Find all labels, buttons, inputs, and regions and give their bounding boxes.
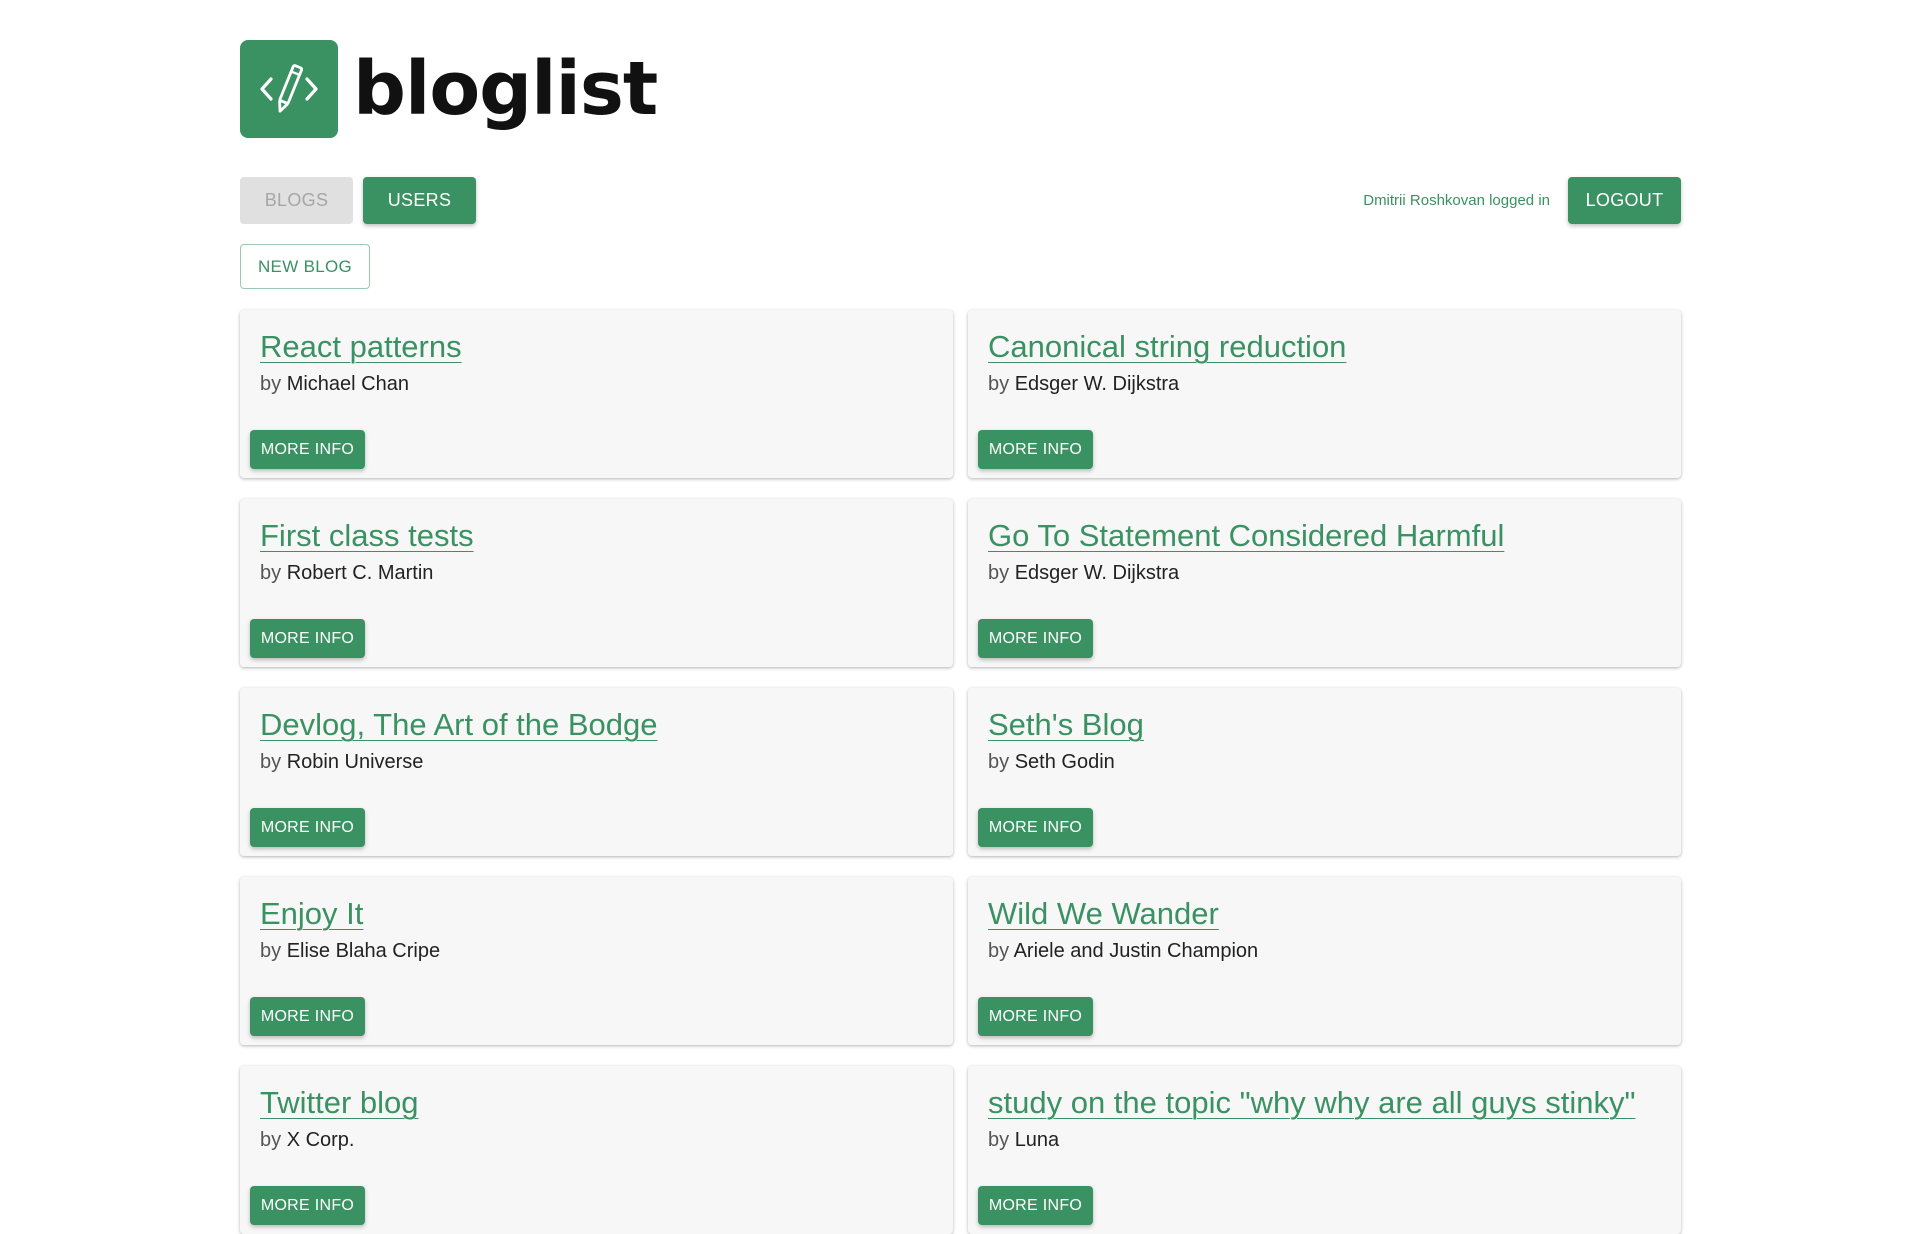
author-name: Elise Blaha Cripe (286, 940, 441, 962)
blog-author: by Luna (988, 1129, 1059, 1152)
by-label: by (260, 940, 282, 962)
more-info-button[interactable]: MORE INFO (978, 1186, 1093, 1225)
blog-author: by X Corp. (260, 1129, 355, 1152)
blog-card: Enjoy It by Elise Blaha Cripe MORE INFO (240, 877, 953, 1045)
user-area: Dmitrii Roshkovan logged in LOGOUT (1363, 177, 1681, 224)
blog-author: by Robert C. Martin (260, 562, 433, 585)
blog-card: study on the topic "why why are all guys… (968, 1066, 1681, 1234)
blog-author: by Edsger W. Dijkstra (988, 562, 1179, 585)
logout-button[interactable]: LOGOUT (1568, 177, 1681, 224)
by-label: by (260, 1129, 282, 1151)
code-pencil-icon (240, 40, 338, 138)
author-name: Luna (1014, 1129, 1060, 1151)
blog-grid: React patterns by Michael Chan MORE INFO… (240, 310, 1681, 1234)
author-name: Seth Godin (1014, 751, 1115, 773)
by-label: by (988, 562, 1010, 584)
blog-card: Devlog, The Art of the Bodge by Robin Un… (240, 688, 953, 856)
more-info-button[interactable]: MORE INFO (978, 619, 1093, 658)
more-info-button[interactable]: MORE INFO (250, 430, 365, 469)
more-info-button[interactable]: MORE INFO (978, 430, 1093, 469)
blog-author: by Ariele and Justin Champion (988, 940, 1258, 963)
blog-title-link[interactable]: Seth's Blog (988, 707, 1144, 743)
main-nav: BLOGS USERS (240, 177, 476, 224)
logged-in-text: Dmitrii Roshkovan logged in (1363, 192, 1550, 209)
blog-title-link[interactable]: Canonical string reduction (988, 329, 1346, 365)
blog-author: by Seth Godin (988, 751, 1115, 774)
blog-card: Twitter blog by X Corp. MORE INFO (240, 1066, 953, 1234)
by-label: by (988, 751, 1010, 773)
new-blog-button[interactable]: NEW BLOG (240, 244, 370, 289)
nav-users-button[interactable]: USERS (363, 177, 476, 224)
more-info-button[interactable]: MORE INFO (250, 808, 365, 847)
blog-title-link[interactable]: Twitter blog (260, 1085, 419, 1121)
blog-title-link[interactable]: First class tests (260, 518, 474, 554)
author-name: Edsger W. Dijkstra (1014, 562, 1180, 584)
app-name: bloglist (353, 46, 658, 132)
blog-title-link[interactable]: Enjoy It (260, 896, 363, 932)
by-label: by (988, 940, 1010, 962)
blog-card: Canonical string reduction by Edsger W. … (968, 310, 1681, 478)
author-name: Robert C. Martin (286, 562, 434, 584)
blog-author: by Edsger W. Dijkstra (988, 373, 1179, 396)
blog-author: by Robin Universe (260, 751, 423, 774)
by-label: by (260, 562, 282, 584)
more-info-button[interactable]: MORE INFO (978, 997, 1093, 1036)
blog-title-link[interactable]: Devlog, The Art of the Bodge (260, 707, 658, 743)
by-label: by (988, 373, 1010, 395)
more-info-button[interactable]: MORE INFO (978, 808, 1093, 847)
blog-title-link[interactable]: Go To Statement Considered Harmful (988, 518, 1504, 554)
more-info-button[interactable]: MORE INFO (250, 1186, 365, 1225)
blog-author: by Michael Chan (260, 373, 409, 396)
blog-title-link[interactable]: React patterns (260, 329, 462, 365)
by-label: by (260, 751, 282, 773)
blog-card: Wild We Wander by Ariele and Justin Cham… (968, 877, 1681, 1045)
blog-title-link[interactable]: study on the topic "why why are all guys… (988, 1085, 1635, 1121)
author-name: Michael Chan (286, 373, 409, 395)
blog-card: First class tests by Robert C. Martin MO… (240, 499, 953, 667)
by-label: by (260, 373, 282, 395)
author-name: Edsger W. Dijkstra (1014, 373, 1180, 395)
more-info-button[interactable]: MORE INFO (250, 619, 365, 658)
nav-blogs-button[interactable]: BLOGS (240, 177, 353, 224)
brand-header: bloglist (240, 40, 658, 138)
author-name: Ariele and Justin Champion (1013, 940, 1259, 962)
author-name: X Corp. (286, 1129, 355, 1151)
more-info-button[interactable]: MORE INFO (250, 997, 365, 1036)
blog-title-link[interactable]: Wild We Wander (988, 896, 1219, 932)
blog-card: Go To Statement Considered Harmful by Ed… (968, 499, 1681, 667)
blog-author: by Elise Blaha Cripe (260, 940, 440, 963)
by-label: by (988, 1129, 1010, 1151)
blog-card: React patterns by Michael Chan MORE INFO (240, 310, 953, 478)
author-name: Robin Universe (286, 751, 424, 773)
blog-card: Seth's Blog by Seth Godin MORE INFO (968, 688, 1681, 856)
